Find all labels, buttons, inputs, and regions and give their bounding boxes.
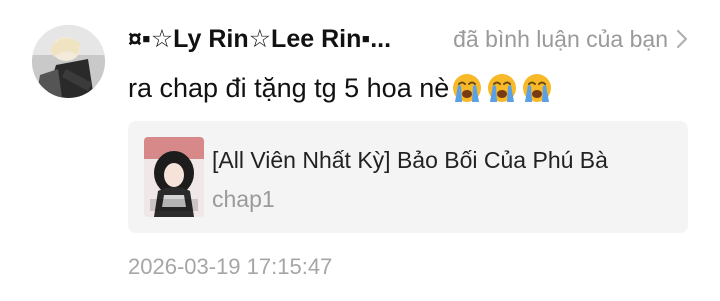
notification-item[interactable]: ¤▪☆Ly Rin☆Lee Rin▪... đã bình luận của b… (0, 0, 720, 301)
loudly-crying-face-icon (451, 72, 483, 104)
loudly-crying-face-icon (486, 72, 518, 104)
comment-text: ra chap đi tặng tg 5 hoa nè (128, 72, 450, 103)
username[interactable]: ¤▪☆Ly Rin☆Lee Rin▪... (128, 22, 413, 56)
avatar[interactable] (32, 25, 105, 98)
story-chapter: chap1 (212, 186, 275, 212)
emoji-row (451, 72, 553, 104)
story-card[interactable]: [All Viên Nhất Kỳ] Bảo Bối Của Phú Bà ch… (128, 121, 688, 233)
chevron-right-icon (676, 29, 688, 49)
loudly-crying-face-icon (521, 72, 553, 104)
comment-action-link[interactable]: đã bình luận của bạn (453, 22, 688, 56)
action-label: đã bình luận của bạn (453, 25, 668, 52)
timestamp: 2026-03-19 17:15:47 (128, 254, 333, 279)
story-cover-image (144, 137, 204, 217)
story-title: [All Viên Nhất Kỳ] Bảo Bối Của Phú Bà (212, 147, 608, 173)
comment-body: ra chap đi tặng tg 5 hoa nè (128, 70, 553, 106)
